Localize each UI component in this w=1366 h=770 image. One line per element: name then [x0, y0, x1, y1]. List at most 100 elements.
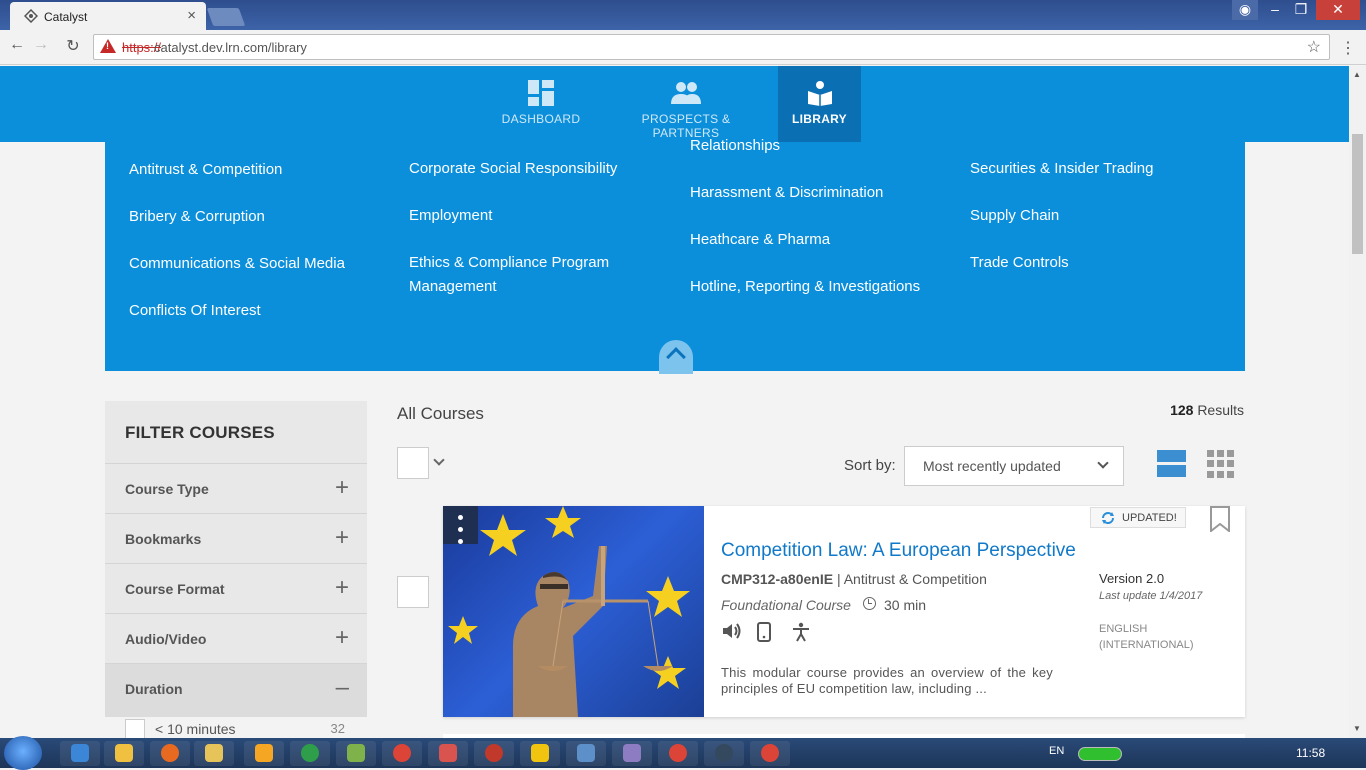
app-taskbar-icon[interactable]	[244, 741, 284, 766]
category-link[interactable]: Relationships	[690, 134, 780, 158]
new-tab-button[interactable]	[206, 8, 246, 26]
site-navigation: DASHBOARD PROSPECTS & PARTNERS LIBRARY	[0, 66, 1349, 142]
category-link[interactable]: Supply Chain	[970, 204, 1059, 228]
nav-dashboard-label: DASHBOARD	[501, 112, 581, 126]
category-link[interactable]: Bribery & Corruption	[129, 205, 265, 229]
category-link[interactable]: Conflicts Of Interest	[129, 299, 261, 323]
duration-checkbox[interactable]	[125, 719, 145, 738]
course-select-checkbox[interactable]	[397, 576, 429, 608]
filter-label: Course Format	[125, 581, 225, 597]
app-taskbar-icon[interactable]	[612, 741, 652, 766]
back-icon[interactable]: ←	[6, 36, 28, 54]
expand-plus-icon[interactable]: +	[335, 624, 349, 652]
category-link[interactable]: Securities & Insider Trading	[970, 157, 1153, 181]
category-link[interactable]: Trade Controls	[970, 251, 1069, 275]
filter-course-type[interactable]: Course Type +	[105, 463, 367, 513]
justice-statue-image	[448, 506, 690, 717]
course-type: Foundational Course	[721, 597, 851, 613]
filter-label: Bookmarks	[125, 531, 202, 547]
category-link[interactable]: Heathcare & Pharma	[690, 228, 830, 252]
app-taskbar-icon[interactable]	[704, 741, 744, 766]
filter-duration[interactable]: Duration –	[105, 663, 367, 717]
bookmark-icon[interactable]	[1209, 506, 1231, 532]
scroll-up-icon[interactable]: ▲	[1353, 70, 1361, 79]
category-link[interactable]: Ethics & Compliance Program Management	[409, 251, 639, 299]
system-clock[interactable]: 11:58	[1296, 746, 1325, 760]
duration-option[interactable]: < 10 minutes 32	[105, 717, 367, 738]
filter-label: Course Type	[125, 481, 209, 497]
filter-label: Duration	[125, 681, 183, 697]
scroll-down-icon[interactable]: ▼	[1353, 724, 1361, 733]
course-thumbnail[interactable]	[443, 506, 704, 717]
page-viewport: DASHBOARD PROSPECTS & PARTNERS LIBRARY A…	[0, 66, 1366, 738]
app-taskbar-icon[interactable]	[336, 741, 376, 766]
app-taskbar-icon[interactable]	[428, 741, 468, 766]
address-bar[interactable]: https:// catalyst.dev.lrn.com/library ☆	[93, 34, 1330, 60]
filter-bookmarks[interactable]: Bookmarks +	[105, 513, 367, 563]
tab-title: Catalyst	[44, 10, 88, 24]
list-heading: All Courses	[397, 404, 484, 423]
collapse-categories-button[interactable]	[659, 340, 693, 374]
ie-taskbar-icon[interactable]	[60, 741, 100, 766]
app-taskbar-icon[interactable]	[474, 741, 514, 766]
nav-library[interactable]: LIBRARY	[778, 66, 861, 142]
category-link[interactable]: Communications & Social Media	[129, 252, 345, 276]
filter-label: Audio/Video	[125, 631, 207, 647]
app-taskbar-icon[interactable]	[104, 741, 144, 766]
updated-badge: UPDATED!	[1090, 507, 1186, 528]
chrome-taskbar-icon[interactable]	[750, 741, 790, 766]
category-link[interactable]: Antitrust & Competition	[129, 158, 282, 182]
battery-icon[interactable]	[1078, 747, 1122, 761]
category-link[interactable]: Corporate Social Responsibility	[409, 157, 617, 181]
browser-menu-icon[interactable]: ⋮	[1340, 38, 1356, 58]
browser-titlebar: Catalyst × ◉ – ❐ ✕	[0, 0, 1366, 30]
expand-plus-icon[interactable]: +	[335, 524, 349, 552]
start-button[interactable]	[4, 736, 42, 770]
mobile-icon	[757, 622, 771, 642]
browser-tab[interactable]: Catalyst ×	[10, 2, 206, 30]
user-profile-icon[interactable]: ◉	[1232, 0, 1258, 20]
course-options-menu-icon[interactable]	[443, 506, 478, 544]
restore-button[interactable]: ❐	[1288, 0, 1314, 20]
course-title[interactable]: Competition Law: A European Perspective	[721, 540, 1076, 562]
app-taskbar-icon[interactable]	[520, 741, 560, 766]
explorer-taskbar-icon[interactable]	[194, 741, 234, 766]
grid-view-toggle[interactable]	[1207, 450, 1236, 478]
expand-plus-icon[interactable]: +	[335, 474, 349, 502]
category-link[interactable]: Hotline, Reporting & Investigations	[690, 275, 920, 299]
course-card[interactable]: UPDATED! Competition Law: A European Per…	[443, 506, 1245, 717]
hangouts-taskbar-icon[interactable]	[290, 741, 330, 766]
reload-icon[interactable]: ↻	[62, 36, 84, 56]
chevron-up-icon	[666, 347, 686, 367]
select-all-checkbox[interactable]	[397, 447, 429, 479]
category-link[interactable]: Employment	[409, 204, 492, 228]
collapse-minus-icon[interactable]: –	[336, 674, 349, 702]
app-taskbar-icon[interactable]	[566, 741, 606, 766]
filter-audio-video[interactable]: Audio/Video +	[105, 613, 367, 663]
scrollbar-thumb[interactable]	[1352, 134, 1363, 254]
forward-icon[interactable]: →	[30, 36, 52, 54]
nav-dashboard[interactable]: DASHBOARD	[496, 66, 586, 142]
list-view-toggle[interactable]	[1157, 450, 1186, 478]
not-secure-warning-icon[interactable]	[100, 39, 116, 53]
course-last-update: Last update 1/4/2017	[1099, 590, 1203, 602]
results-label: Results	[1197, 402, 1244, 418]
duration-option-label: < 10 minutes	[155, 721, 236, 737]
firefox-taskbar-icon[interactable]	[150, 741, 190, 766]
bookmark-star-icon[interactable]: ☆	[1307, 37, 1321, 57]
chrome-taskbar-icon[interactable]	[382, 741, 422, 766]
language-indicator[interactable]: EN	[1049, 745, 1064, 757]
filter-course-format[interactable]: Course Format +	[105, 563, 367, 613]
accessibility-icon	[793, 622, 809, 642]
sort-select[interactable]: Most recently updated	[904, 446, 1124, 486]
tab-close-icon[interactable]: ×	[187, 7, 196, 24]
category-link[interactable]: Harassment & Discrimination	[690, 181, 883, 205]
close-window-button[interactable]: ✕	[1316, 0, 1360, 20]
minimize-button[interactable]: –	[1262, 0, 1288, 20]
chrome-taskbar-icon[interactable]	[658, 741, 698, 766]
course-duration: 30 min	[884, 597, 927, 613]
expand-plus-icon[interactable]: +	[335, 574, 349, 602]
select-all-dropdown-icon[interactable]	[433, 454, 445, 466]
nav-prospects-partners[interactable]: PROSPECTS & PARTNERS	[611, 66, 761, 142]
page-scrollbar[interactable]: ▲ ▼	[1349, 66, 1366, 738]
